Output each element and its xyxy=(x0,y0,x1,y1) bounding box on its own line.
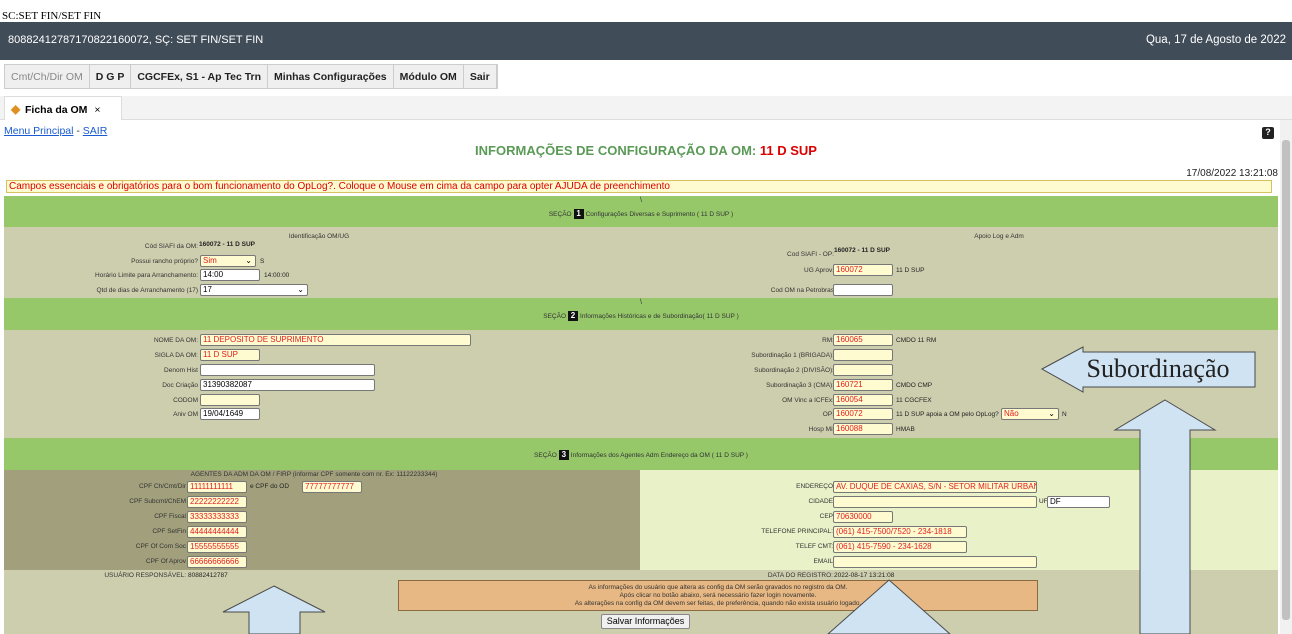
up-arrow-right xyxy=(1113,399,1217,634)
callout-subordinacao: Subordinação xyxy=(1086,354,1230,383)
annotation-overlay xyxy=(222,346,1256,634)
up-arrow-middle xyxy=(827,579,951,634)
up-arrow-left xyxy=(222,585,326,634)
